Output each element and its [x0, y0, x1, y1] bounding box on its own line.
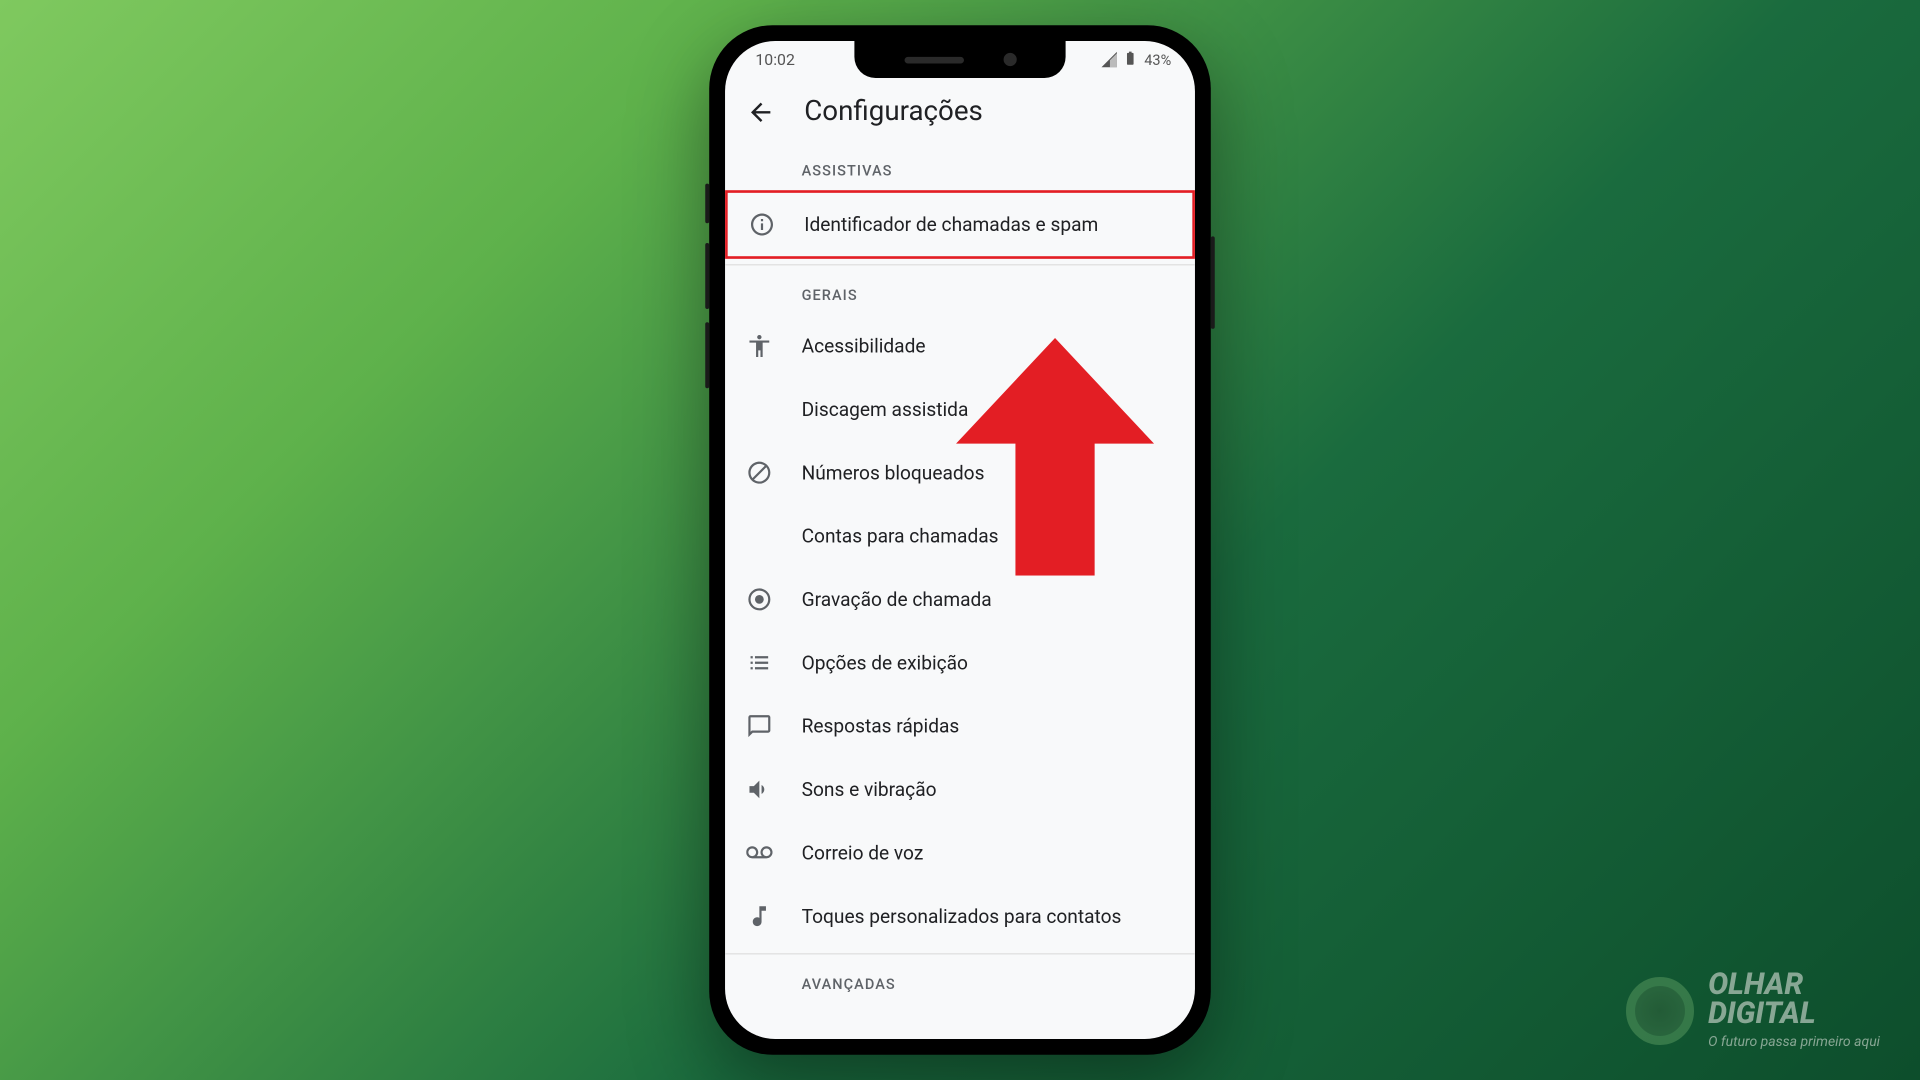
settings-item-assisted-dialing[interactable]: Discagem assistida [725, 378, 1195, 441]
settings-item-label: Gravação de chamada [802, 588, 992, 610]
record-icon [746, 586, 772, 612]
side-button [705, 243, 709, 309]
battery-icon [1122, 50, 1140, 68]
voicemail-icon [746, 840, 772, 866]
block-icon [746, 459, 772, 485]
status-right: 43% [1099, 50, 1171, 68]
settings-item-label: Acessibilidade [802, 335, 926, 357]
settings-item-call-accounts[interactable]: Contas para chamadas [725, 504, 1195, 567]
accessibility-icon [746, 333, 772, 359]
status-battery: 43% [1144, 51, 1171, 68]
side-button [1211, 236, 1215, 328]
brand-tagline: O futuro passa primeiro aqui [1708, 1034, 1880, 1050]
music-icon [746, 903, 772, 929]
settings-item-label: Toques personalizados para contatos [802, 905, 1122, 927]
notch [854, 41, 1065, 78]
signal-icon [1099, 50, 1117, 68]
settings-item-sounds-vibration[interactable]: Sons e vibração [725, 758, 1195, 821]
settings-item-quick-responses[interactable]: Respostas rápidas [725, 694, 1195, 757]
notch-camera [1003, 53, 1016, 66]
side-button [705, 322, 709, 388]
scale-wrapper: 10:02 43% Configurações ASSISTIVAS [709, 25, 1211, 1055]
settings-item-display-options[interactable]: Opções de exibição [725, 631, 1195, 694]
settings-item-label: Identificador de chamadas e spam [804, 213, 1098, 235]
sound-icon [746, 776, 772, 802]
divider [725, 953, 1195, 954]
settings-item-label: Sons e vibração [802, 778, 937, 800]
settings-item-label: Correio de voz [802, 842, 924, 864]
page-title: Configurações [804, 96, 983, 128]
header: Configurações [725, 78, 1195, 147]
settings-item-label: Contas para chamadas [802, 525, 999, 547]
section-header-assistivas: ASSISTIVAS [725, 147, 1195, 191]
settings-item-accessibility[interactable]: Acessibilidade [725, 314, 1195, 377]
settings-item-label: Discagem assistida [802, 398, 969, 420]
settings-item-blocked-numbers[interactable]: Números bloqueados [725, 441, 1195, 504]
side-button [705, 184, 709, 224]
settings-item-voicemail[interactable]: Correio de voz [725, 821, 1195, 884]
phone-frame: 10:02 43% Configurações ASSISTIVAS [709, 25, 1211, 1055]
section-header-avancadas: AVANÇADAS [725, 960, 1195, 1004]
back-button[interactable] [746, 98, 775, 127]
brand-watermark: OLHAR DIGITAL O futuro passa primeiro aq… [1626, 971, 1880, 1050]
settings-item-caller-id[interactable]: Identificador de chamadas e spam [725, 190, 1195, 259]
settings-item-label: Opções de exibição [802, 652, 968, 674]
brand-text: OLHAR DIGITAL O futuro passa primeiro aq… [1708, 971, 1880, 1050]
info-icon [749, 211, 775, 237]
settings-item-call-recording[interactable]: Gravação de chamada [725, 568, 1195, 631]
divider [725, 264, 1195, 265]
settings-item-custom-ringtones[interactable]: Toques personalizados para contatos [725, 885, 1195, 948]
message-icon [746, 713, 772, 739]
notch-speaker [904, 56, 963, 63]
status-time: 10:02 [749, 50, 795, 68]
phone-screen: 10:02 43% Configurações ASSISTIVAS [725, 41, 1195, 1039]
list-icon [746, 650, 772, 676]
section-header-gerais: GERAIS [725, 271, 1195, 315]
settings-item-label: Números bloqueados [802, 461, 985, 483]
brand-logo-icon [1626, 977, 1694, 1045]
settings-item-label: Respostas rápidas [802, 715, 960, 737]
brand-name-line2: DIGITAL [1708, 1000, 1880, 1029]
